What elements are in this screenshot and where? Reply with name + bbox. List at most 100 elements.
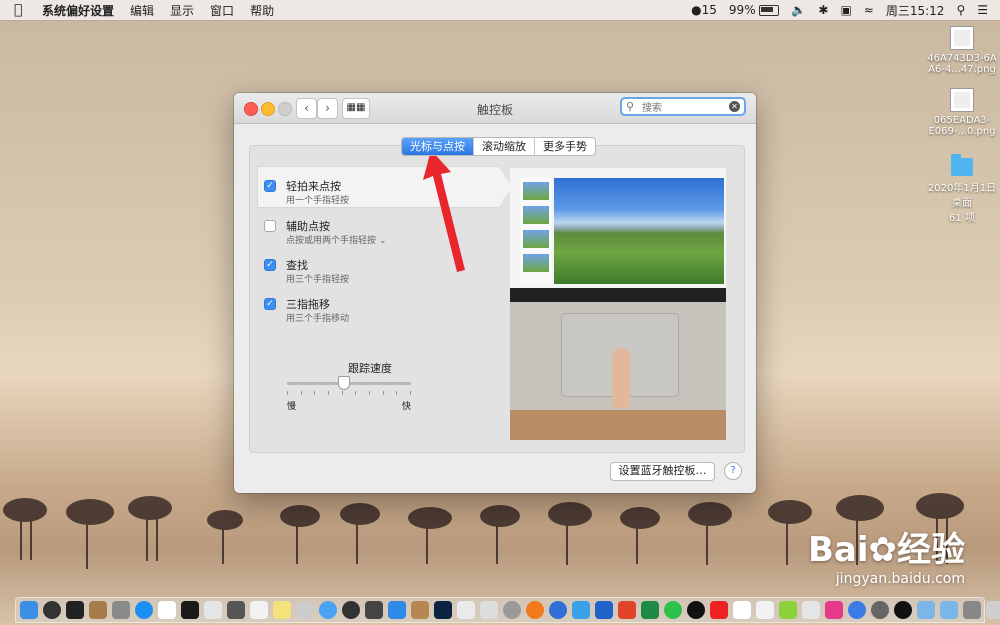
three-finger-drag-checkbox[interactable]: ✓	[264, 298, 276, 310]
app-icon[interactable]	[572, 601, 590, 619]
firefox-icon[interactable]	[526, 601, 544, 619]
slider-min-label: 慢	[287, 402, 297, 412]
trackpad-preferences-window: ‹ › ▦▦ 触控板 ⚲ ✕ 光标与点按 滚动缩放 更多手势 ✓ 轻拍来点按 用…	[234, 93, 756, 493]
powerpoint-icon[interactable]	[618, 601, 636, 619]
folder-icon[interactable]	[940, 601, 958, 619]
desktop-folder[interactable]: 2020年1月1日 桌面 61 项	[922, 154, 1000, 224]
netease-icon[interactable]	[710, 601, 728, 619]
photoshop-icon[interactable]	[434, 601, 452, 619]
slider-thumb[interactable]	[337, 376, 350, 390]
file-label: E069-...0.png	[928, 126, 996, 137]
menu-window[interactable]: 窗口	[210, 2, 234, 19]
tab-point-and-click[interactable]: 光标与点按	[402, 138, 473, 155]
final-cut-icon[interactable]	[365, 601, 383, 619]
secondary-click-checkbox[interactable]	[264, 220, 276, 232]
option-subtitle[interactable]: 点按或用两个手指轻按 ⌄	[286, 233, 386, 246]
chevron-down-icon[interactable]: ⌄	[379, 236, 387, 246]
disk-utility-icon[interactable]	[296, 601, 314, 619]
stickies-icon[interactable]	[273, 601, 291, 619]
app-icon[interactable]	[802, 601, 820, 619]
menu-edit[interactable]: 编辑	[130, 2, 154, 19]
word-icon[interactable]	[595, 601, 613, 619]
desktop-file-png-1[interactable]: 46A743D3-6A A6-4...47.png	[922, 26, 1000, 75]
baidu-netdisk-icon[interactable]	[848, 601, 866, 619]
trash-icon[interactable]	[986, 601, 1000, 619]
option-title: 辅助点按	[286, 220, 330, 233]
tap-to-click-checkbox[interactable]: ✓	[264, 180, 276, 192]
printer-icon[interactable]	[457, 601, 475, 619]
search-spotlight-icon[interactable]: ⚲	[956, 3, 965, 17]
folder-count: 61 项	[949, 213, 975, 224]
tab-scroll-and-zoom[interactable]: 滚动缩放	[473, 138, 534, 155]
option-title: 轻拍来点按	[286, 180, 341, 193]
notes-app-icon[interactable]	[89, 601, 107, 619]
folder-label: 桌面	[952, 198, 972, 209]
file-label: A6-4...47.png	[928, 64, 996, 75]
setup-bluetooth-trackpad-button[interactable]: 设置蓝牙触控板…	[610, 462, 715, 481]
folder-icon[interactable]	[917, 601, 935, 619]
rocket-icon[interactable]	[503, 601, 521, 619]
search-input[interactable]	[640, 100, 730, 116]
menu-app-name[interactable]: 系统偏好设置	[42, 2, 114, 19]
menu-view[interactable]: 显示	[170, 2, 194, 19]
slider-max-label: 快	[402, 402, 412, 412]
menu-help[interactable]: 帮助	[250, 2, 274, 19]
tab-more-gestures[interactable]: 更多手势	[534, 138, 595, 155]
safari-icon[interactable]	[549, 601, 567, 619]
slider-ticks	[287, 391, 411, 395]
textedit-icon[interactable]	[204, 601, 222, 619]
dock	[15, 597, 1000, 623]
app-s-icon[interactable]: ▣	[840, 3, 851, 17]
volume-icon[interactable]: 🔈	[791, 3, 806, 17]
calendar-icon[interactable]	[158, 601, 176, 619]
preview-app-icon[interactable]	[112, 601, 130, 619]
terminal-icon[interactable]	[66, 601, 84, 619]
drive-icon[interactable]	[480, 601, 498, 619]
preview-finger	[612, 348, 630, 408]
book-icon[interactable]	[733, 601, 751, 619]
help-button[interactable]: ?	[724, 462, 742, 480]
qq-status[interactable]: ●15	[691, 3, 717, 17]
tracking-speed-slider[interactable]	[287, 376, 411, 390]
tab-bar: 光标与点按 滚动缩放 更多手势	[401, 137, 596, 156]
file-icon[interactable]	[227, 601, 245, 619]
settings-panel: ✓ 轻拍来点按 用一个手指轻按 辅助点按 点按或用两个手指轻按 ⌄ ✓ 查找 用…	[249, 145, 745, 453]
system-preferences-icon[interactable]	[871, 601, 889, 619]
bluetooth-icon[interactable]: ✱	[818, 3, 828, 17]
app-pink-icon[interactable]	[825, 601, 843, 619]
qq-icon[interactable]	[687, 601, 705, 619]
battery-status[interactable]: 99%	[729, 3, 780, 17]
option-title: 三指拖移	[286, 298, 330, 311]
document-icon[interactable]	[250, 601, 268, 619]
folder-icon	[951, 154, 973, 176]
launchpad-icon[interactable]	[43, 601, 61, 619]
paper-icon[interactable]	[756, 601, 774, 619]
activity-monitor-icon[interactable]	[181, 601, 199, 619]
apple-menu-icon[interactable]: 	[14, 2, 30, 18]
option-subtitle: 用三个手指轻按	[286, 275, 350, 285]
option-subtitle-text: 点按或用两个手指轻按	[286, 236, 377, 246]
app-blue-icon[interactable]	[319, 601, 337, 619]
quicktime-icon[interactable]	[342, 601, 360, 619]
desktop-file-png-2[interactable]: 065EADA3- E069-...0.png	[922, 88, 1000, 137]
iqiyi-icon[interactable]	[779, 601, 797, 619]
option-subtitle: 用一个手指轻按	[286, 196, 350, 206]
gesture-preview-video	[510, 168, 726, 440]
qq-icon[interactable]	[894, 601, 912, 619]
xcode-icon[interactable]	[388, 601, 406, 619]
finder-icon[interactable]	[20, 601, 38, 619]
wechat-icon[interactable]	[664, 601, 682, 619]
app-store-icon[interactable]	[135, 601, 153, 619]
search-field[interactable]: ⚲ ✕	[620, 97, 746, 116]
notification-center-icon[interactable]: ☰	[977, 3, 988, 17]
preview-sidebar	[520, 178, 552, 284]
documents-icon[interactable]	[963, 601, 981, 619]
clear-search-icon[interactable]: ✕	[729, 101, 740, 112]
package-icon[interactable]	[411, 601, 429, 619]
look-up-checkbox[interactable]: ✓	[264, 259, 276, 271]
preview-dock	[510, 288, 726, 302]
clock[interactable]: 周三15:12	[886, 2, 945, 19]
excel-icon[interactable]	[641, 601, 659, 619]
wifi-icon[interactable]: ≈	[864, 3, 874, 17]
baidu-watermark: Bai✿经验 jingyan.baidu.com	[807, 530, 965, 587]
